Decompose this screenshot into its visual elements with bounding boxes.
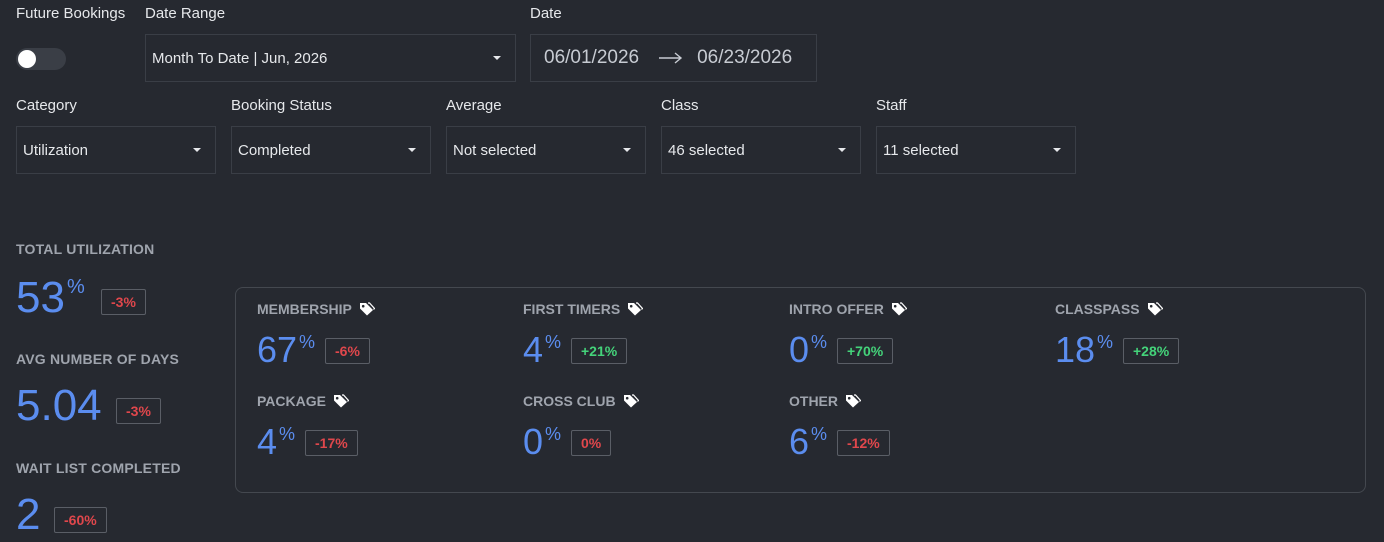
cross-club-title: CROSS CLUB — [523, 393, 639, 409]
avg-days-value: 5.04 — [16, 384, 102, 428]
other-value: 6% — [789, 424, 827, 460]
classpass-change-badge: +28% — [1123, 338, 1180, 364]
first-timers-value: 4% — [523, 332, 561, 368]
caret-down-icon — [623, 148, 631, 152]
percent-sign: % — [66, 276, 85, 298]
membership-change-badge: -6% — [325, 338, 370, 364]
average-select[interactable]: Not selected — [446, 126, 646, 174]
booking-status-select[interactable]: Completed — [231, 126, 431, 174]
package-label: PACKAGE — [257, 393, 326, 409]
percent-sign: % — [299, 332, 316, 352]
staff-select[interactable]: 11 selected — [876, 126, 1076, 174]
wait-list-title: WAIT LIST COMPLETED — [16, 460, 181, 476]
intro-offer-title: INTRO OFFER — [789, 301, 907, 317]
percent-sign: % — [811, 332, 828, 352]
cross-club-value: 0% — [523, 424, 561, 460]
tag-icon — [891, 302, 907, 316]
future-bookings-label: Future Bookings — [16, 5, 126, 22]
percent-sign: % — [545, 332, 562, 352]
first-timers-label: FIRST TIMERS — [523, 301, 621, 317]
caret-down-icon — [493, 56, 501, 60]
start-date-input[interactable]: 06/01/2026 — [544, 47, 639, 69]
wait-list-value: 2 — [16, 493, 40, 537]
intro-offer-number: 0 — [789, 329, 810, 370]
end-date-input[interactable]: 06/23/2026 — [697, 47, 792, 69]
intro-offer-value: 0% — [789, 332, 827, 368]
other-title: OTHER — [789, 393, 861, 409]
breakdown-panel — [235, 287, 1366, 493]
total-utilization-value: 53 % — [16, 276, 85, 320]
first-timers-change-badge: +21% — [571, 338, 628, 364]
caret-down-icon — [408, 148, 416, 152]
percent-sign: % — [811, 424, 828, 444]
tag-icon — [333, 394, 349, 408]
category-select[interactable]: Utilization — [16, 126, 216, 174]
category-value: Utilization — [23, 141, 89, 159]
avg-days-change-badge: -3% — [116, 398, 161, 424]
arrow-right-icon — [659, 52, 683, 64]
package-number: 4 — [257, 421, 278, 462]
membership-number: 67 — [257, 329, 298, 370]
first-timers-number: 4 — [523, 329, 544, 370]
intro-offer-label: INTRO OFFER — [789, 301, 884, 317]
category-label: Category — [16, 97, 77, 114]
intro-offer-change-badge: +70% — [837, 338, 894, 364]
cross-club-label: CROSS CLUB — [523, 393, 616, 409]
booking-status-value: Completed — [238, 141, 311, 159]
average-value: Not selected — [453, 141, 537, 159]
percent-sign: % — [545, 424, 562, 444]
total-utilization-change-badge: -3% — [101, 289, 146, 315]
caret-down-icon — [193, 148, 201, 152]
package-change-badge: -17% — [305, 430, 358, 456]
classpass-number: 18 — [1055, 329, 1096, 370]
classpass-value: 18% — [1055, 332, 1113, 368]
future-bookings-toggle[interactable] — [16, 48, 66, 70]
other-change-badge: -12% — [837, 430, 890, 456]
date-range-value: Month To Date | Jun, 2026 — [152, 49, 328, 67]
class-label: Class — [661, 97, 699, 114]
package-title: PACKAGE — [257, 393, 349, 409]
class-value: 46 selected — [668, 141, 745, 159]
avg-days-number: 5.04 — [16, 381, 102, 430]
cross-club-number: 0 — [523, 421, 544, 462]
tag-icon — [623, 394, 639, 408]
wait-list-change-badge: -60% — [54, 507, 107, 533]
membership-title: MEMBERSHIP — [257, 301, 375, 317]
caret-down-icon — [1053, 148, 1061, 152]
package-value: 4% — [257, 424, 295, 460]
tag-icon — [627, 302, 644, 316]
booking-status-label: Booking Status — [231, 97, 332, 114]
tag-icon — [359, 302, 375, 316]
classpass-label: CLASSPASS — [1055, 301, 1140, 317]
avg-days-title: AVG NUMBER OF DAYS — [16, 351, 180, 367]
cross-club-change-badge: 0% — [571, 430, 612, 456]
other-number: 6 — [789, 421, 810, 462]
date-range-picker[interactable]: 06/01/2026 06/23/2026 — [530, 34, 817, 82]
class-select[interactable]: 46 selected — [661, 126, 861, 174]
membership-label: MEMBERSHIP — [257, 301, 352, 317]
total-utilization-number: 53 — [16, 273, 65, 322]
staff-value: 11 selected — [883, 141, 959, 159]
date-range-select[interactable]: Month To Date | Jun, 2026 — [145, 34, 516, 82]
total-utilization-title: TOTAL UTILIZATION — [16, 241, 155, 257]
percent-sign: % — [279, 424, 296, 444]
wait-list-number: 2 — [16, 490, 41, 539]
percent-sign: % — [1097, 332, 1114, 352]
other-label: OTHER — [789, 393, 838, 409]
classpass-title: CLASSPASS — [1055, 301, 1163, 317]
tag-icon — [845, 394, 861, 408]
date-label: Date — [530, 5, 562, 22]
average-label: Average — [446, 97, 502, 114]
membership-value: 67% — [257, 332, 315, 368]
toggle-knob — [18, 50, 36, 68]
caret-down-icon — [838, 148, 846, 152]
tag-icon — [1147, 302, 1163, 316]
first-timers-title: FIRST TIMERS — [523, 301, 644, 317]
date-range-label: Date Range — [145, 5, 226, 22]
staff-label: Staff — [876, 97, 907, 114]
